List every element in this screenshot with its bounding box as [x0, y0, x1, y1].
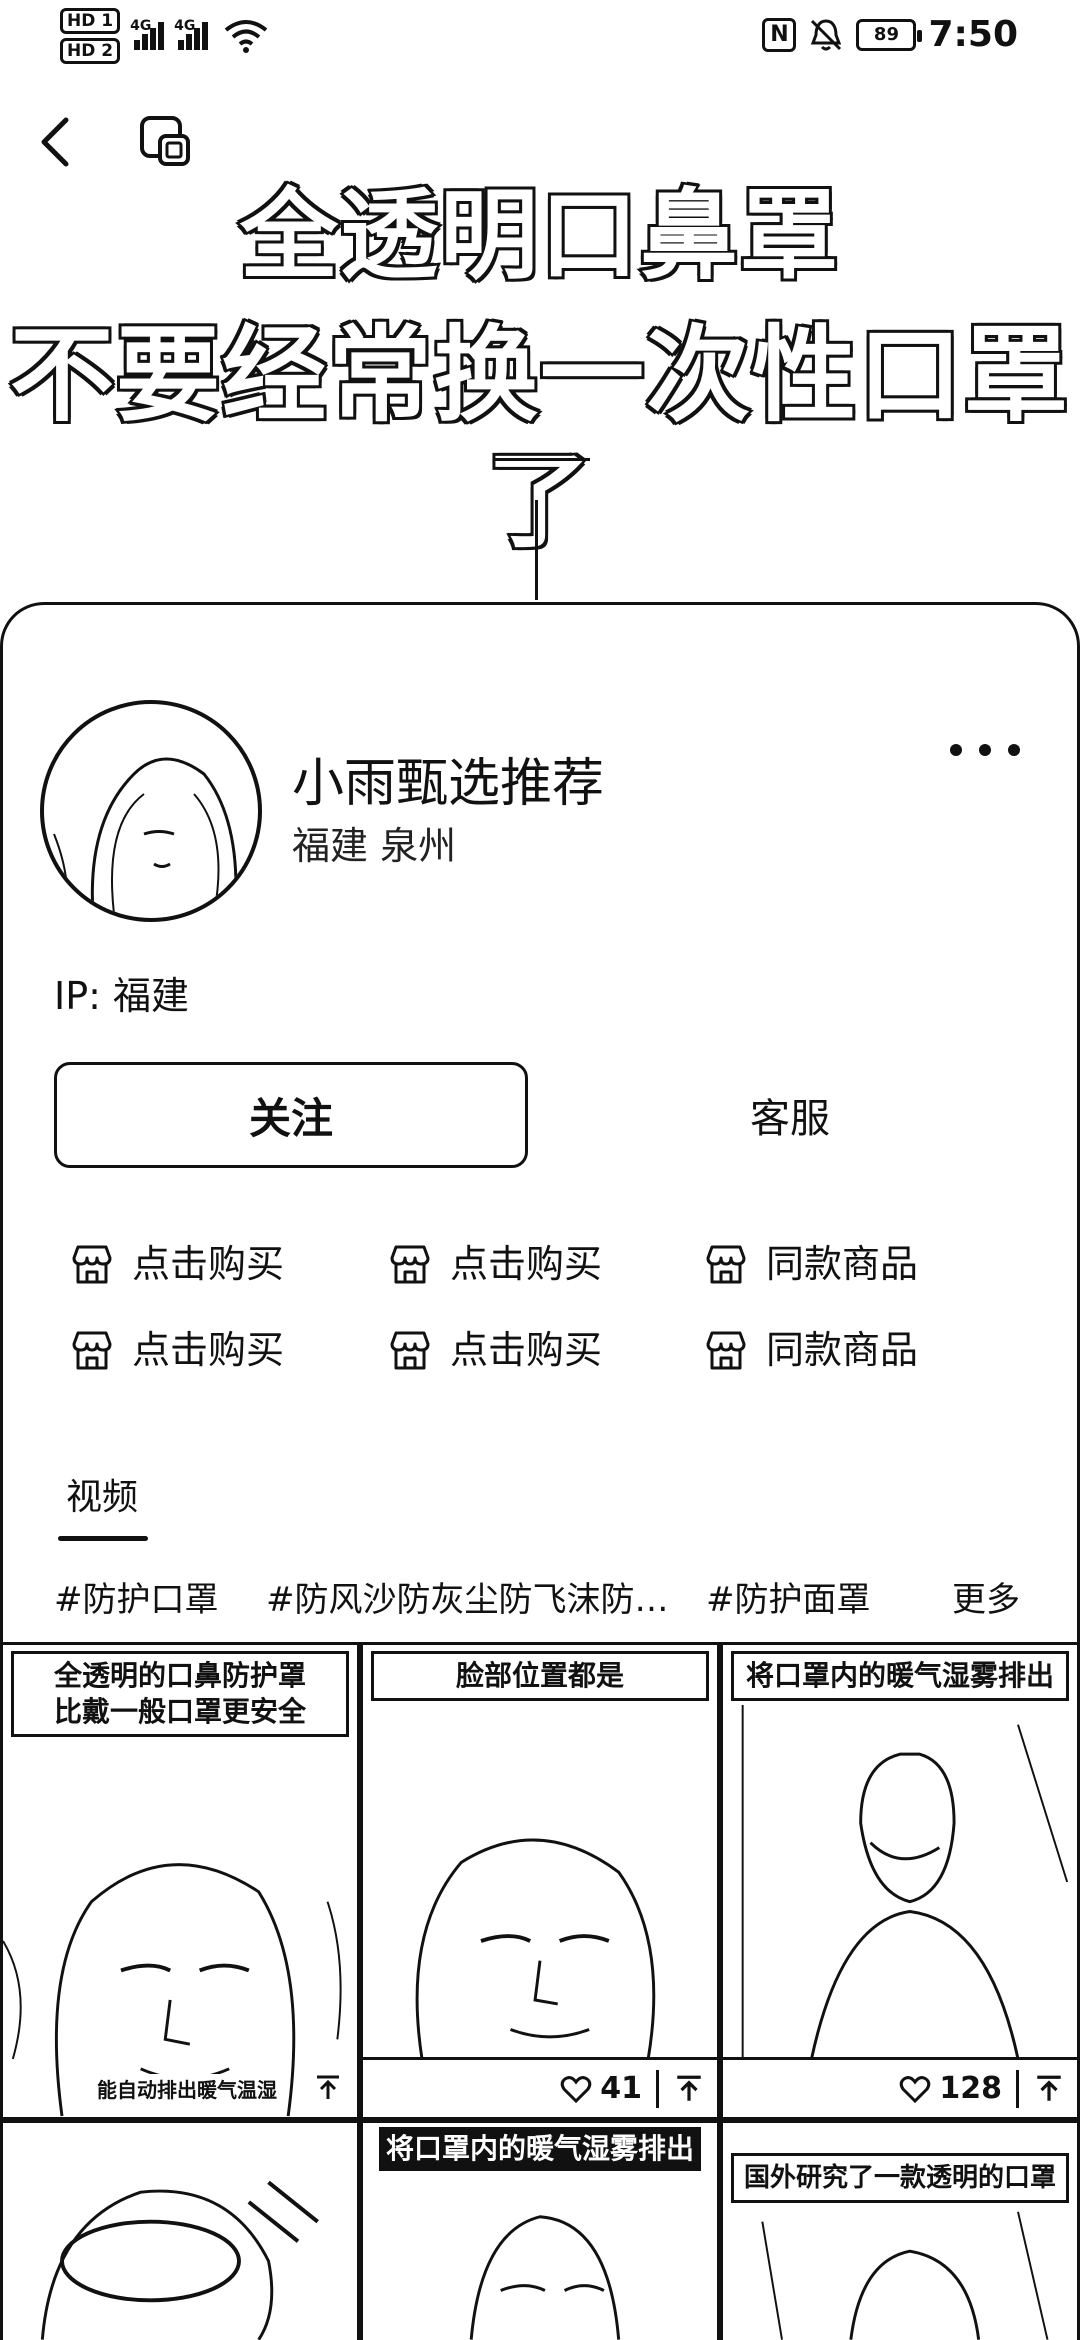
store-icon — [390, 1245, 430, 1284]
shop-link-buy-4[interactable]: 点击购买 — [388, 1322, 602, 1378]
store-icon — [390, 1331, 430, 1370]
network-1-label: 4G — [130, 18, 152, 34]
status-right: N 89 7:50 — [762, 14, 1018, 55]
video-card[interactable]: 脸部位置都是 41 — [360, 1642, 720, 2120]
tab-active-indicator — [58, 1536, 148, 1541]
status-bar: HD 1 HD 2 4G 4G N 89 7:50 — [0, 0, 1080, 72]
hashtag-filter-2[interactable]: #防风沙防灰尘防飞沫防… — [266, 1578, 669, 1622]
video-caption: 将口罩内的暖气湿雾排出 — [731, 1651, 1069, 1701]
customer-service-button[interactable]: 客服 — [580, 1062, 1000, 1168]
video-card[interactable] — [0, 2120, 360, 2340]
pin-top-icon — [317, 2075, 339, 2099]
clock: 7:50 — [928, 14, 1018, 55]
wifi-icon — [224, 20, 268, 53]
decorative-line — [535, 500, 538, 600]
shop-link-label: 点击购买 — [132, 1242, 285, 1286]
video-thumbnail-image — [415, 1838, 656, 2060]
avatar-portrait-icon — [53, 757, 238, 918]
video-caption-line2: 比戴一般口罩更安全 — [53, 1695, 306, 1728]
heart-icon — [561, 2075, 592, 2103]
video-thumbnail-image — [741, 1704, 1069, 2060]
shop-location: 福建 泉州 — [292, 824, 457, 868]
shop-link-label: 同款商品 — [766, 1242, 919, 1286]
video-card[interactable]: 全透明的口鼻防护罩 比戴一般口罩更安全 能自动排出暖气温湿 — [0, 1642, 360, 2120]
hashtag-filter-1[interactable]: #防护口罩 — [54, 1578, 219, 1622]
shop-link-label: 同款商品 — [766, 1328, 919, 1372]
video-card[interactable]: 将口罩内的暖气湿雾排出 128 — [720, 1642, 1080, 2120]
signal-2-icon: 4G — [174, 18, 209, 50]
more-options-icon[interactable] — [950, 730, 1020, 770]
video-caption: 将口罩内的暖气湿雾排出 — [379, 2127, 701, 2171]
shop-link-buy-1[interactable]: 点击购买 — [70, 1236, 284, 1292]
avatar[interactable] — [40, 700, 262, 922]
video-stats: 128 — [723, 2057, 1077, 2117]
heart-icon — [900, 2075, 931, 2103]
hashtag-filter-3[interactable]: #防护面罩 — [706, 1578, 871, 1622]
back-chevron-icon[interactable] — [32, 112, 84, 172]
shop-link-buy-2[interactable]: 点击购买 — [388, 1236, 602, 1292]
video-card[interactable]: 将口罩内的暖气湿雾排出 — [360, 2120, 720, 2340]
video-caption: 全透明的口鼻防护罩 比戴一般口罩更安全 — [11, 1651, 349, 1737]
shop-link-same-item-2[interactable]: 同款商品 — [704, 1322, 918, 1378]
video-headline-line1: 全透明口鼻罩 — [237, 177, 840, 296]
nfc-icon: N — [762, 17, 797, 52]
video-card[interactable]: 国外研究了一款透明的口罩 — [720, 2120, 1080, 2340]
divider — [1016, 2069, 1019, 2108]
video-like-count: 41 — [600, 2071, 642, 2106]
store-icon — [706, 1331, 746, 1370]
hd2-badge: HD 2 — [60, 38, 121, 64]
shop-link-same-item-1[interactable]: 同款商品 — [704, 1236, 918, 1292]
ip-location: IP: 福建 — [54, 974, 190, 1018]
video-caption-line1: 全透明的口鼻防护罩 — [53, 1659, 306, 1692]
video-like-count: 128 — [939, 2071, 1002, 2106]
hashtag-more-button[interactable]: 更多 — [952, 1578, 1020, 1622]
video-caption: 国外研究了一款透明的口罩 — [731, 2153, 1069, 2203]
video-caption: 脸部位置都是 — [371, 1651, 709, 1701]
picture-in-picture-icon[interactable] — [138, 114, 194, 170]
hd-indicators: HD 1 HD 2 — [60, 8, 121, 64]
shop-link-label: 点击购买 — [450, 1328, 603, 1372]
store-icon — [706, 1245, 746, 1284]
pin-top-icon — [1037, 2075, 1061, 2101]
decorative-dash — [494, 458, 590, 461]
mute-bell-icon — [811, 18, 842, 50]
store-icon — [72, 1331, 112, 1370]
shop-link-label: 点击购买 — [450, 1242, 603, 1286]
battery-indicator: 89 — [856, 18, 923, 51]
shop-link-label: 点击购买 — [132, 1328, 285, 1372]
tab-video[interactable]: 视频 — [66, 1474, 138, 1522]
video-thumbnail-image — [40, 2180, 319, 2340]
status-left: HD 1 HD 2 4G 4G — [60, 8, 268, 64]
shop-name: 小雨甄选推荐 — [292, 754, 605, 814]
hd1-badge: HD 1 — [60, 8, 121, 34]
shop-link-buy-3[interactable]: 点击购买 — [70, 1322, 284, 1378]
pin-top-icon — [677, 2075, 701, 2101]
video-subtitle: 能自动排出暖气温湿 — [93, 2074, 281, 2103]
video-stats: 41 — [363, 2057, 717, 2117]
network-2-label: 4G — [174, 18, 196, 34]
divider — [656, 2069, 659, 2108]
store-icon — [72, 1245, 112, 1284]
signal-1-icon: 4G — [130, 18, 165, 50]
video-headline-line2: 不要经常换一次性口罩了 — [7, 312, 1070, 565]
follow-button[interactable]: 关注 — [54, 1062, 528, 1168]
